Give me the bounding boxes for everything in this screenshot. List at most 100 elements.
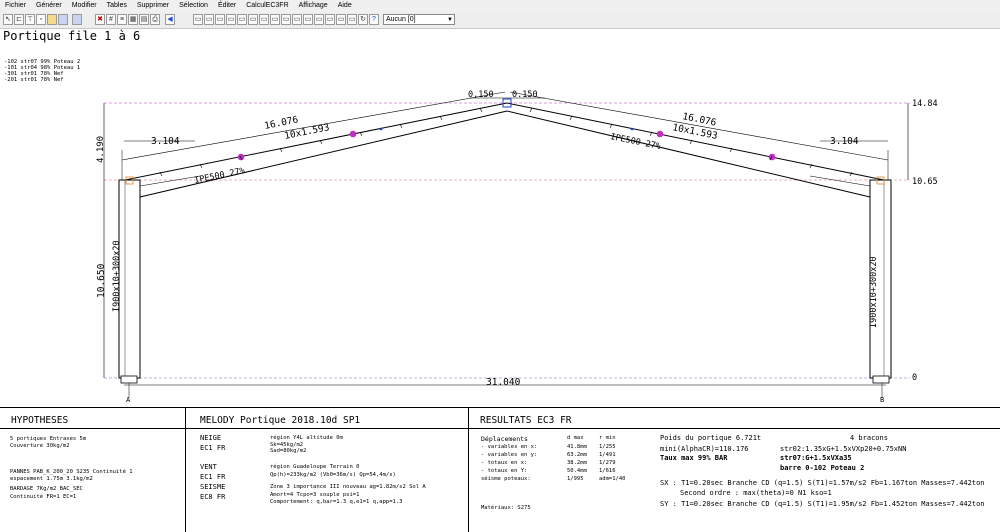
node-marker <box>630 127 634 131</box>
menu-selection[interactable]: Sélection <box>174 0 213 12</box>
combo-2: str07:G+1.5xVXa35 <box>780 454 852 462</box>
disp-header-rmin: r min <box>599 435 616 441</box>
ec1-label: EC1 FR <box>200 444 226 452</box>
save-as-icon[interactable] <box>72 14 82 25</box>
disp-row-rmin: 1/491 <box>599 452 616 458</box>
ec1-vent-value: Qp(h)=233kg/m2 (Vb0=36m/s) Qp=54,4m/s) <box>270 472 396 478</box>
neige-label: NEIGE <box>200 434 222 442</box>
hyp-line: Continuité FR=1 EC=1 <box>10 494 77 500</box>
melody-panel: MELODY Portique 2018.10d SP1 NEIGE régio… <box>186 408 468 532</box>
menu-supprimer[interactable]: Supprimer <box>132 0 174 12</box>
beam-icon[interactable]: ⊤ <box>25 14 35 25</box>
view-10-icon[interactable]: ▭ <box>292 14 302 25</box>
bracing-marker[interactable] <box>656 130 664 138</box>
bracing-count: 4 bracons <box>850 434 888 442</box>
view-2-icon[interactable]: ▭ <box>204 14 214 25</box>
view-4-icon[interactable]: ▭ <box>226 14 236 25</box>
disp-header: Déplacements <box>481 435 528 443</box>
view-7-icon[interactable]: ▭ <box>259 14 269 25</box>
ec8-value: Comportement: q,bar=1.3 q,e1=1 q,app=1.3 <box>270 499 403 505</box>
column-icon[interactable]: ⊏ <box>14 14 24 25</box>
vent-value: région Guadeloupe Terrain 0 <box>270 464 360 470</box>
left-support[interactable] <box>120 375 138 384</box>
node-marker <box>379 127 383 131</box>
hypotheses-title: HYPOTHESES <box>11 415 69 426</box>
menu-aide[interactable]: Aide <box>333 0 357 12</box>
delete-icon[interactable]: ✖ <box>95 14 105 25</box>
view-1-icon[interactable]: ▭ <box>193 14 203 25</box>
ec8-label: EC8 FR <box>200 493 226 501</box>
left-column-section: I900x10+300x20 <box>112 240 122 312</box>
load-case-select[interactable]: Aucun [0] ▼ <box>383 14 455 25</box>
menu-tables[interactable]: Tables <box>102 0 132 12</box>
disp-row-label: séisme poteaux: <box>481 476 531 482</box>
view-15-icon[interactable]: ▭ <box>347 14 357 25</box>
disp-row-dmax: 38.2mm <box>567 460 587 466</box>
chevron-down-icon: ▼ <box>447 17 453 23</box>
menu-fichier[interactable]: Fichier <box>0 0 31 12</box>
disp-row-dmax: 41.8mm <box>567 444 587 450</box>
disp-row-label: - variables en y: <box>481 452 538 458</box>
legend: -102 str07 99% Poteau 2 -101 str04 98% P… <box>4 59 80 83</box>
disp-header-dmax: d max <box>567 435 584 441</box>
seisme-label: SEISME <box>200 483 226 491</box>
save-icon[interactable] <box>58 14 68 25</box>
page-title: Portique file 1 à 6 <box>3 29 141 43</box>
table-icon[interactable]: ▤ <box>139 14 149 25</box>
toolbar: ↖ ⊏ ⊤ ▫ ✖ # ≡ ▦ ▤ ⎙ ◀ ▭ ▭ ▭ ▭ ▭ ▭ ▭ ▭ ▭ … <box>0 12 1000 29</box>
rotate-icon[interactable]: ↻ <box>358 14 368 25</box>
new-file-icon[interactable]: ▫ <box>36 14 46 25</box>
disp-row-rmin: 1/279 <box>599 460 616 466</box>
legend-item[interactable]: -201 str01 78% Nef <box>4 77 80 83</box>
disp-row-rmin: 1/616 <box>599 468 616 474</box>
grid-icon[interactable]: # <box>106 14 116 25</box>
bracing-marker[interactable] <box>237 153 245 161</box>
disp-row-rmin: adm=1/40 <box>599 476 626 482</box>
print-icon[interactable]: ⎙ <box>150 14 160 25</box>
bracing-marker[interactable] <box>349 130 357 138</box>
bracing-marker[interactable] <box>768 153 776 161</box>
view-13-icon[interactable]: ▭ <box>325 14 335 25</box>
menu-modifier[interactable]: Modifier <box>67 0 102 12</box>
view-8-icon[interactable]: ▭ <box>270 14 280 25</box>
menu-editer[interactable]: Éditer <box>213 0 241 12</box>
view-14-icon[interactable]: ▭ <box>336 14 346 25</box>
disp-row-label: - totaux en Y: <box>481 468 528 474</box>
view-5-icon[interactable]: ▭ <box>237 14 247 25</box>
seismic-sx: SX : T1=0.20sec Branche CD (q=1.5) S(T1)… <box>660 479 985 487</box>
results-title: RESULTATS EC3 FR <box>480 415 572 426</box>
left-rafter-top <box>124 102 508 181</box>
left-haunch <box>139 175 201 187</box>
disp-row-dmax: 63.2mm <box>567 452 587 458</box>
max-rate: Taux max 99% BAR <box>660 454 728 462</box>
dim-right-rafter <box>509 91 889 161</box>
menu-generer[interactable]: Générer <box>31 0 67 12</box>
view-9-icon[interactable]: ▭ <box>281 14 291 25</box>
right-support[interactable] <box>872 375 890 384</box>
calc-icon[interactable]: ▦ <box>128 14 138 25</box>
help-icon[interactable]: ? <box>369 14 379 25</box>
load-case-value: Aucun [0] <box>386 16 416 23</box>
view-3-icon[interactable]: ▭ <box>215 14 225 25</box>
menu-bar: Fichier Générer Modifier Tables Supprimer Sél… <box>0 0 1000 12</box>
alpha-cr: mini(AlphaCR)=110.176 <box>660 445 749 453</box>
results-ec3-panel: RESULTATS EC3 FR Déplacements d max r mi… <box>469 408 1000 532</box>
hyp-line: PANNES PAB_K_200_20 S235 Continuité 1 <box>10 469 133 475</box>
support-b-label: B <box>880 396 884 404</box>
right-column-section: I900x10+300x20 <box>869 256 879 328</box>
left-column <box>118 179 141 379</box>
hypotheses-panel: HYPOTHESES 5 portiques Entraxes 5m Couve… <box>0 408 185 532</box>
pointer-icon[interactable]: ↖ <box>3 14 13 25</box>
menu-calcul[interactable]: CalculEC3FR <box>241 0 293 12</box>
disp-row-rmin: 1/255 <box>599 444 616 450</box>
view-12-icon[interactable]: ▭ <box>314 14 324 25</box>
properties-icon[interactable]: ≡ <box>117 14 127 25</box>
left-column-height-label: 10.650 <box>96 263 107 298</box>
back-icon[interactable]: ◀ <box>165 14 175 25</box>
disp-row-label: - totaux en x: <box>481 460 528 466</box>
level-eave-label: 10.65 <box>912 177 938 187</box>
view-6-icon[interactable]: ▭ <box>248 14 258 25</box>
menu-affichage[interactable]: Affichage <box>294 0 333 12</box>
view-11-icon[interactable]: ▭ <box>303 14 313 25</box>
open-folder-icon[interactable] <box>47 14 57 25</box>
